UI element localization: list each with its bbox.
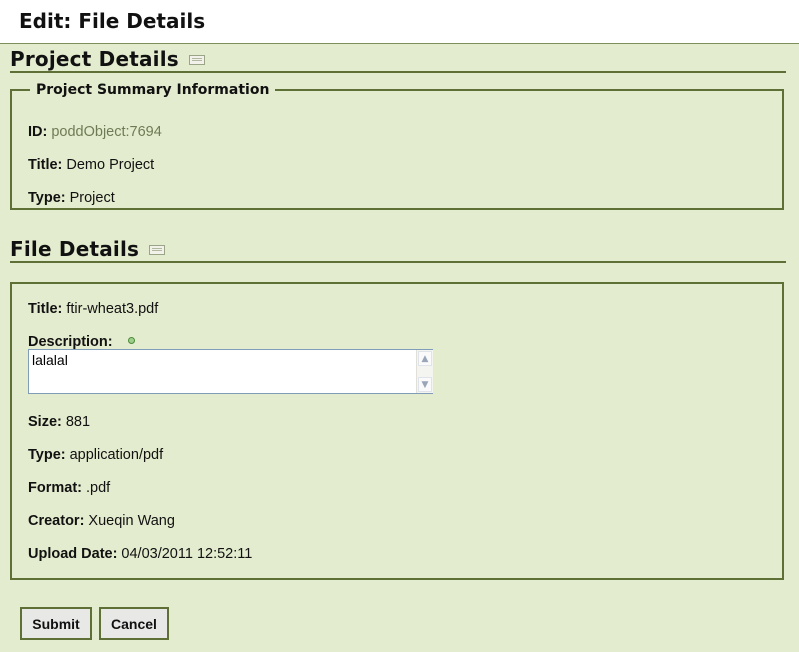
file-type-row: Type: application/pdf: [28, 447, 163, 463]
project-type-value: Project: [69, 190, 115, 206]
upload-date-label: Upload Date:: [28, 546, 118, 562]
file-details-header: File Details: [10, 237, 786, 263]
file-type-value: application/pdf: [69, 447, 164, 463]
file-size-value: 881: [65, 414, 91, 430]
cancel-button[interactable]: Cancel: [99, 607, 169, 640]
project-id-value: poddObject:7694: [51, 124, 162, 140]
project-type-label: Type:: [28, 190, 66, 206]
file-size-row: Size: 881: [28, 414, 90, 430]
description-textarea[interactable]: lalalal: [28, 349, 433, 394]
description-scrollbar[interactable]: ▲ ▼: [416, 350, 433, 393]
project-title-value: Demo Project: [66, 157, 155, 173]
project-id-label: ID:: [28, 124, 48, 140]
upload-date-value: 04/03/2011 12:52:11: [121, 546, 253, 562]
file-format-row: Format: .pdf: [28, 480, 110, 496]
page-scrollbar[interactable]: [786, 44, 799, 652]
file-details-heading: File Details: [10, 237, 140, 261]
project-id-row: ID: poddObject:7694: [28, 124, 162, 140]
scroll-up-icon[interactable]: ▲: [418, 351, 432, 366]
file-format-label: Format:: [28, 480, 82, 496]
file-creator-label: Creator:: [28, 513, 85, 529]
keyboard-icon[interactable]: [149, 245, 166, 255]
project-summary-legend: Project Summary Information: [36, 82, 270, 98]
description-row: Description:: [28, 334, 135, 350]
keyboard-icon[interactable]: [188, 55, 205, 65]
file-format-value: .pdf: [85, 480, 111, 496]
project-type-row: Type: Project: [28, 190, 115, 206]
file-title-label: Title:: [28, 301, 63, 317]
file-title-row: Title: ftir-wheat3.pdf: [28, 301, 158, 317]
project-details-header: Project Details: [10, 47, 786, 73]
project-title-label: Title:: [28, 157, 63, 173]
header-bar: Edit: File Details: [0, 0, 799, 44]
scroll-down-icon[interactable]: ▼: [418, 377, 432, 392]
upload-date-row: Upload Date: 04/03/2011 12:52:11: [28, 546, 252, 562]
required-dot-icon: [127, 337, 135, 344]
project-summary-fieldset: Project Summary Information ID: poddObjec…: [10, 82, 784, 210]
file-creator-value: Xueqin Wang: [88, 513, 175, 529]
file-creator-row: Creator: Xueqin Wang: [28, 513, 175, 529]
page-title: Edit: File Details: [19, 9, 206, 33]
file-type-label: Type:: [28, 447, 66, 463]
submit-button[interactable]: Submit: [20, 607, 92, 640]
project-title-row: Title: Demo Project: [28, 157, 154, 173]
file-size-label: Size:: [28, 414, 62, 430]
file-details-fieldset: Title: ftir-wheat3.pdf Description: lalal…: [10, 282, 784, 580]
description-label: Description:: [28, 334, 113, 350]
project-details-heading: Project Details: [10, 47, 179, 71]
file-title-value: ftir-wheat3.pdf: [66, 301, 159, 317]
